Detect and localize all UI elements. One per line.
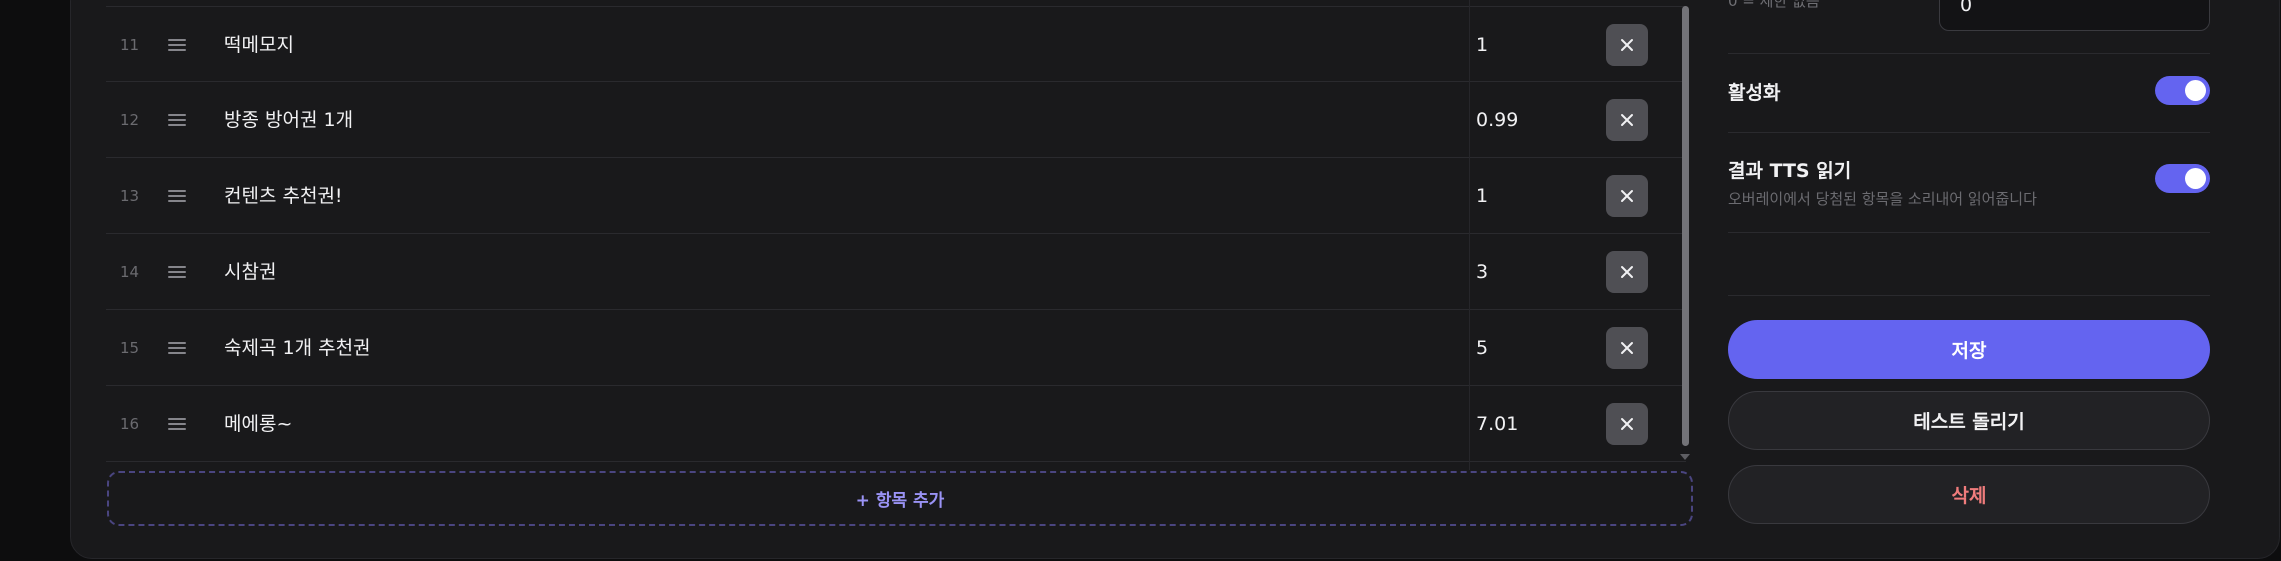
limit-input[interactable]: 0 [1939, 0, 2210, 31]
close-icon [1621, 418, 1633, 430]
delete-item-button[interactable] [1606, 175, 1648, 217]
divider [1728, 53, 2210, 54]
item-number: 14 [120, 263, 140, 281]
item-weight-input[interactable]: 5 [1476, 310, 1586, 386]
item-name-input[interactable]: 방종 방어권 1개 [224, 82, 353, 158]
list-item: 12 방종 방어권 1개 0.99 [106, 82, 1686, 158]
active-toggle[interactable] [2155, 76, 2210, 105]
list-item: 13 컨텐츠 추천권! 1 [106, 158, 1686, 234]
close-icon [1621, 39, 1633, 51]
test-spin-button[interactable]: 테스트 돌리기 [1728, 391, 2210, 450]
drag-handle-icon[interactable] [168, 342, 186, 354]
drag-handle-icon[interactable] [168, 190, 186, 202]
save-button[interactable]: 저장 [1728, 320, 2210, 379]
item-number: 13 [120, 187, 140, 205]
scrollbar-thumb[interactable] [1682, 6, 1689, 446]
toggle-knob [2185, 168, 2206, 189]
active-label: 활성화 [1728, 82, 1781, 104]
item-number: 15 [120, 339, 140, 357]
drag-handle-icon[interactable] [168, 39, 186, 51]
item-weight-input[interactable]: 7.01 [1476, 386, 1586, 462]
close-icon [1621, 342, 1633, 354]
divider [1728, 132, 2210, 133]
divider [1728, 295, 2210, 296]
tts-toggle[interactable] [2155, 164, 2210, 193]
list-item: 14 시참권 3 [106, 234, 1686, 310]
item-weight-input[interactable]: 3 [1476, 234, 1586, 310]
delete-item-button[interactable] [1606, 24, 1648, 66]
item-weight-input[interactable]: 1 [1476, 158, 1586, 234]
column-divider [1469, 0, 1470, 470]
close-icon [1621, 190, 1633, 202]
drag-handle-icon[interactable] [168, 114, 186, 126]
list-item: 16 메에롱~ 7.01 [106, 386, 1686, 462]
list-scrollbar[interactable] [1680, 6, 1690, 464]
drag-handle-icon[interactable] [168, 418, 186, 430]
delete-item-button[interactable] [1606, 99, 1648, 141]
item-number: 11 [120, 36, 140, 54]
limit-hint: 0 = 제한 없음 [1728, 0, 1820, 10]
list-item: 11 떡메모지 1 [106, 6, 1686, 82]
item-weight-input[interactable]: 0.99 [1476, 82, 1586, 158]
toggle-knob [2185, 80, 2206, 101]
item-name-input[interactable]: 메에롱~ [224, 386, 292, 462]
item-name-input[interactable]: 숙제곡 1개 추천권 [224, 310, 371, 386]
scroll-down-arrow-icon[interactable] [1680, 454, 1690, 460]
close-icon [1621, 114, 1633, 126]
item-list: 11 떡메모지 1 12 방종 방어권 1개 0.99 13 컨텐츠 추천권! 1 14 시참권 3 1… [106, 6, 1686, 462]
item-number: 12 [120, 111, 140, 129]
delete-item-button[interactable] [1606, 251, 1648, 293]
item-number: 16 [120, 415, 140, 433]
item-weight-input[interactable]: 1 [1476, 7, 1586, 83]
close-icon [1621, 266, 1633, 278]
item-name-input[interactable]: 시참권 [224, 234, 276, 310]
list-item: 15 숙제곡 1개 추천권 5 [106, 310, 1686, 386]
drag-handle-icon[interactable] [168, 266, 186, 278]
delete-item-button[interactable] [1606, 327, 1648, 369]
item-name-input[interactable]: 떡메모지 [224, 7, 294, 83]
divider [1728, 232, 2210, 233]
add-item-button[interactable]: + 항목 추가 [107, 471, 1693, 526]
tts-description: 오버레이에서 당첨된 항목을 소리내어 읽어줍니다 [1728, 190, 2037, 208]
item-name-input[interactable]: 컨텐츠 추천권! [224, 158, 343, 234]
delete-item-button[interactable] [1606, 403, 1648, 445]
tts-label: 결과 TTS 읽기 [1728, 160, 1852, 182]
delete-button[interactable]: 삭제 [1728, 465, 2210, 524]
